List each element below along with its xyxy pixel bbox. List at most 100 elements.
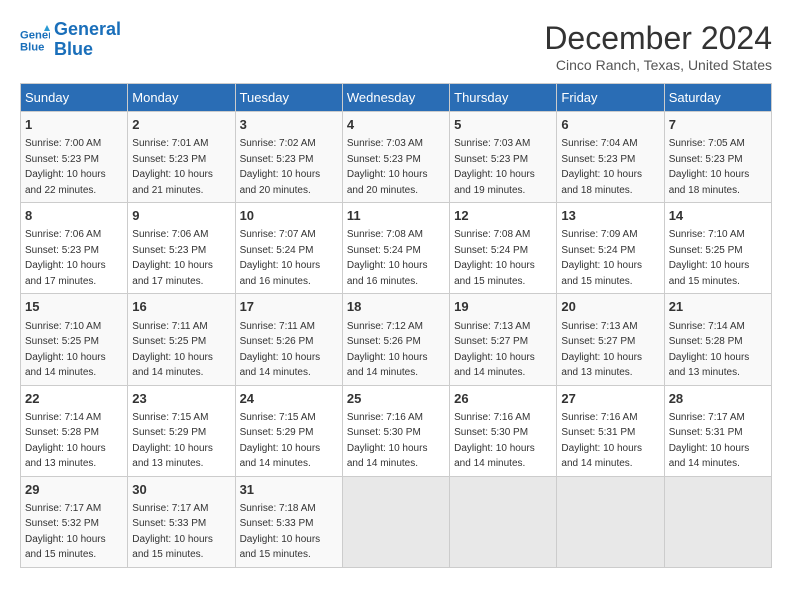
calendar-day-header: Sunday <box>21 84 128 112</box>
day-number: 21 <box>669 298 767 316</box>
day-number: 10 <box>240 207 338 225</box>
day-number: 12 <box>454 207 552 225</box>
calendar-day-cell: 16 Sunrise: 7:11 AMSunset: 5:25 PMDaylig… <box>128 294 235 385</box>
calendar-day-cell: 2 Sunrise: 7:01 AMSunset: 5:23 PMDayligh… <box>128 112 235 203</box>
day-number: 25 <box>347 390 445 408</box>
calendar-day-cell: 8 Sunrise: 7:06 AMSunset: 5:23 PMDayligh… <box>21 203 128 294</box>
calendar-day-cell: 11 Sunrise: 7:08 AMSunset: 5:24 PMDaylig… <box>342 203 449 294</box>
day-info: Sunrise: 7:13 AMSunset: 5:27 PMDaylight:… <box>454 321 535 379</box>
day-number: 3 <box>240 116 338 134</box>
day-number: 28 <box>669 390 767 408</box>
calendar-day-cell: 25 Sunrise: 7:16 AMSunset: 5:30 PMDaylig… <box>342 385 449 476</box>
calendar-day-cell: 4 Sunrise: 7:03 AMSunset: 5:23 PMDayligh… <box>342 112 449 203</box>
calendar-week-row: 29 Sunrise: 7:17 AMSunset: 5:32 PMDaylig… <box>21 476 772 567</box>
calendar-day-cell: 19 Sunrise: 7:13 AMSunset: 5:27 PMDaylig… <box>450 294 557 385</box>
calendar-day-cell: 15 Sunrise: 7:10 AMSunset: 5:25 PMDaylig… <box>21 294 128 385</box>
page-header: General Blue GeneralBlue December 2024 C… <box>20 20 772 73</box>
day-info: Sunrise: 7:16 AMSunset: 5:31 PMDaylight:… <box>561 412 642 470</box>
day-number: 2 <box>132 116 230 134</box>
day-number: 31 <box>240 481 338 499</box>
day-info: Sunrise: 7:13 AMSunset: 5:27 PMDaylight:… <box>561 321 642 379</box>
calendar-day-cell: 26 Sunrise: 7:16 AMSunset: 5:30 PMDaylig… <box>450 385 557 476</box>
day-info: Sunrise: 7:16 AMSunset: 5:30 PMDaylight:… <box>347 412 428 470</box>
calendar-day-cell: 5 Sunrise: 7:03 AMSunset: 5:23 PMDayligh… <box>450 112 557 203</box>
calendar-day-cell: 22 Sunrise: 7:14 AMSunset: 5:28 PMDaylig… <box>21 385 128 476</box>
day-number: 4 <box>347 116 445 134</box>
calendar-day-cell: 1 Sunrise: 7:00 AMSunset: 5:23 PMDayligh… <box>21 112 128 203</box>
calendar-header-row: SundayMondayTuesdayWednesdayThursdayFrid… <box>21 84 772 112</box>
day-info: Sunrise: 7:15 AMSunset: 5:29 PMDaylight:… <box>240 412 321 470</box>
calendar-day-cell <box>664 476 771 567</box>
day-info: Sunrise: 7:12 AMSunset: 5:26 PMDaylight:… <box>347 321 428 379</box>
day-info: Sunrise: 7:17 AMSunset: 5:31 PMDaylight:… <box>669 412 750 470</box>
calendar-day-header: Tuesday <box>235 84 342 112</box>
calendar-day-cell: 6 Sunrise: 7:04 AMSunset: 5:23 PMDayligh… <box>557 112 664 203</box>
day-info: Sunrise: 7:18 AMSunset: 5:33 PMDaylight:… <box>240 503 321 561</box>
day-number: 1 <box>25 116 123 134</box>
calendar-day-cell <box>557 476 664 567</box>
logo-icon: General Blue <box>20 25 50 55</box>
day-info: Sunrise: 7:17 AMSunset: 5:32 PMDaylight:… <box>25 503 106 561</box>
calendar-day-cell: 31 Sunrise: 7:18 AMSunset: 5:33 PMDaylig… <box>235 476 342 567</box>
day-number: 11 <box>347 207 445 225</box>
calendar-day-header: Monday <box>128 84 235 112</box>
day-info: Sunrise: 7:04 AMSunset: 5:23 PMDaylight:… <box>561 138 642 196</box>
logo-text: GeneralBlue <box>54 20 121 60</box>
calendar-day-header: Friday <box>557 84 664 112</box>
day-info: Sunrise: 7:11 AMSunset: 5:25 PMDaylight:… <box>132 321 213 379</box>
calendar-header: SundayMondayTuesdayWednesdayThursdayFrid… <box>21 84 772 112</box>
day-info: Sunrise: 7:06 AMSunset: 5:23 PMDaylight:… <box>132 229 213 287</box>
calendar-day-cell: 17 Sunrise: 7:11 AMSunset: 5:26 PMDaylig… <box>235 294 342 385</box>
day-number: 8 <box>25 207 123 225</box>
calendar-day-cell: 9 Sunrise: 7:06 AMSunset: 5:23 PMDayligh… <box>128 203 235 294</box>
day-info: Sunrise: 7:00 AMSunset: 5:23 PMDaylight:… <box>25 138 106 196</box>
day-number: 9 <box>132 207 230 225</box>
day-info: Sunrise: 7:03 AMSunset: 5:23 PMDaylight:… <box>454 138 535 196</box>
calendar-day-cell: 7 Sunrise: 7:05 AMSunset: 5:23 PMDayligh… <box>664 112 771 203</box>
day-info: Sunrise: 7:08 AMSunset: 5:24 PMDaylight:… <box>347 229 428 287</box>
day-info: Sunrise: 7:14 AMSunset: 5:28 PMDaylight:… <box>669 321 750 379</box>
svg-text:General: General <box>20 29 50 41</box>
day-number: 23 <box>132 390 230 408</box>
day-info: Sunrise: 7:07 AMSunset: 5:24 PMDaylight:… <box>240 229 321 287</box>
calendar-day-header: Wednesday <box>342 84 449 112</box>
day-number: 13 <box>561 207 659 225</box>
day-number: 26 <box>454 390 552 408</box>
calendar-week-row: 1 Sunrise: 7:00 AMSunset: 5:23 PMDayligh… <box>21 112 772 203</box>
calendar-day-cell: 29 Sunrise: 7:17 AMSunset: 5:32 PMDaylig… <box>21 476 128 567</box>
calendar-day-cell: 23 Sunrise: 7:15 AMSunset: 5:29 PMDaylig… <box>128 385 235 476</box>
calendar-week-row: 22 Sunrise: 7:14 AMSunset: 5:28 PMDaylig… <box>21 385 772 476</box>
day-info: Sunrise: 7:09 AMSunset: 5:24 PMDaylight:… <box>561 229 642 287</box>
page-title: December 2024 <box>544 20 772 57</box>
day-info: Sunrise: 7:11 AMSunset: 5:26 PMDaylight:… <box>240 321 321 379</box>
day-info: Sunrise: 7:05 AMSunset: 5:23 PMDaylight:… <box>669 138 750 196</box>
day-info: Sunrise: 7:08 AMSunset: 5:24 PMDaylight:… <box>454 229 535 287</box>
day-number: 16 <box>132 298 230 316</box>
day-info: Sunrise: 7:10 AMSunset: 5:25 PMDaylight:… <box>25 321 106 379</box>
day-number: 6 <box>561 116 659 134</box>
logo: General Blue GeneralBlue <box>20 20 121 60</box>
calendar-week-row: 8 Sunrise: 7:06 AMSunset: 5:23 PMDayligh… <box>21 203 772 294</box>
calendar-day-cell <box>450 476 557 567</box>
calendar-day-cell: 10 Sunrise: 7:07 AMSunset: 5:24 PMDaylig… <box>235 203 342 294</box>
day-info: Sunrise: 7:14 AMSunset: 5:28 PMDaylight:… <box>25 412 106 470</box>
calendar-day-cell: 24 Sunrise: 7:15 AMSunset: 5:29 PMDaylig… <box>235 385 342 476</box>
day-info: Sunrise: 7:02 AMSunset: 5:23 PMDaylight:… <box>240 138 321 196</box>
svg-text:Blue: Blue <box>20 41 44 53</box>
day-number: 22 <box>25 390 123 408</box>
calendar-day-cell: 18 Sunrise: 7:12 AMSunset: 5:26 PMDaylig… <box>342 294 449 385</box>
calendar-day-cell: 3 Sunrise: 7:02 AMSunset: 5:23 PMDayligh… <box>235 112 342 203</box>
calendar-day-header: Thursday <box>450 84 557 112</box>
calendar-day-cell: 12 Sunrise: 7:08 AMSunset: 5:24 PMDaylig… <box>450 203 557 294</box>
day-number: 17 <box>240 298 338 316</box>
calendar-day-cell <box>342 476 449 567</box>
title-block: December 2024 Cinco Ranch, Texas, United… <box>544 20 772 73</box>
day-number: 30 <box>132 481 230 499</box>
day-info: Sunrise: 7:03 AMSunset: 5:23 PMDaylight:… <box>347 138 428 196</box>
day-info: Sunrise: 7:15 AMSunset: 5:29 PMDaylight:… <box>132 412 213 470</box>
calendar-day-cell: 27 Sunrise: 7:16 AMSunset: 5:31 PMDaylig… <box>557 385 664 476</box>
calendar-day-cell: 13 Sunrise: 7:09 AMSunset: 5:24 PMDaylig… <box>557 203 664 294</box>
calendar-table: SundayMondayTuesdayWednesdayThursdayFrid… <box>20 83 772 568</box>
day-info: Sunrise: 7:06 AMSunset: 5:23 PMDaylight:… <box>25 229 106 287</box>
calendar-day-cell: 28 Sunrise: 7:17 AMSunset: 5:31 PMDaylig… <box>664 385 771 476</box>
